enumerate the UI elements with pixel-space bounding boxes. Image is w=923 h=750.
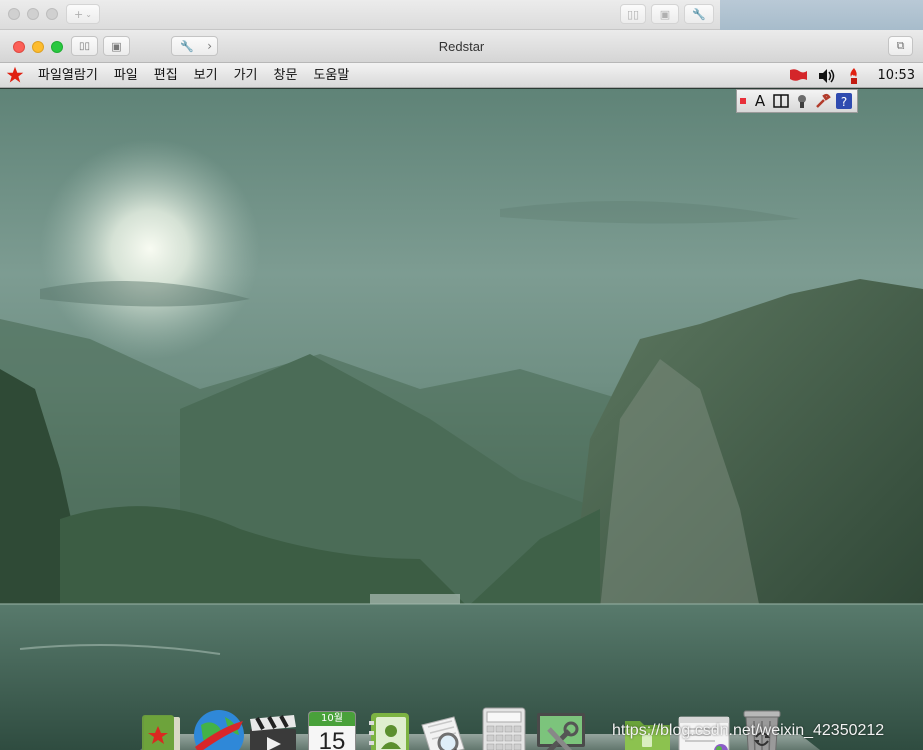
fullscreen-icon: ⧉ (896, 39, 905, 52)
menu-window[interactable]: 창문 (266, 63, 306, 88)
dock-web-browser[interactable] (191, 707, 244, 750)
host-add-button[interactable]: + ⌄ (66, 4, 100, 24)
menu-file-browser[interactable]: 파일열람기 (30, 63, 106, 88)
chevron-down-icon: ⌄ (85, 9, 92, 19)
host-settings-button[interactable]: 🔧 (684, 4, 714, 24)
magnifier-document-icon (421, 716, 465, 750)
split-panel-icon (773, 94, 789, 108)
desktop: A ? 10월 15 (0, 89, 923, 750)
menu-help[interactable]: 도움말 (305, 63, 357, 88)
host-snapshot-button[interactable]: ▣ (651, 4, 679, 24)
clapperboard-icon (250, 715, 296, 750)
dock-document-viewer[interactable] (418, 713, 470, 750)
host-toolbar: + ⌄ ▯▯ ▣ 🔧 (0, 0, 720, 30)
window-title: Redstar (438, 39, 485, 54)
torch-icon[interactable] (846, 67, 862, 85)
dock-calculator[interactable] (481, 706, 533, 750)
calendar-day: 15 (318, 728, 346, 750)
fullscreen-button[interactable]: ⧉ (888, 36, 913, 56)
ime-layout-button[interactable] (772, 92, 790, 110)
red-star-menu[interactable] (0, 66, 30, 84)
dock-system-settings[interactable] (535, 709, 587, 750)
help-icon: ? (836, 93, 852, 109)
ime-letter-button[interactable]: A (751, 92, 769, 110)
globe-icon (194, 710, 244, 750)
host-minimize-button[interactable] (27, 8, 39, 20)
ime-settings-button[interactable] (814, 92, 832, 110)
menu-view[interactable]: 보기 (186, 63, 226, 88)
vm-window: ▯▯ ▣ 🔧 › Redstar ⧉ 파일열람기 파일 편집 보기 가기 창문 … (0, 30, 923, 750)
snapshot-icon: ▣ (659, 7, 671, 21)
red-star-icon (6, 66, 24, 83)
ime-tool-button[interactable] (793, 92, 811, 110)
vm-titlebar: ▯▯ ▣ 🔧 › Redstar ⧉ (0, 30, 923, 63)
wallpaper-landscape (0, 139, 923, 750)
dock-calendar[interactable]: 10월 15 (308, 711, 360, 750)
svg-text:?: ? (841, 95, 847, 109)
pause-icon: ▯▯ (626, 7, 640, 21)
address-book-icon (369, 713, 409, 750)
guest-menubar: 파일열람기 파일 편집 보기 가기 창문 도움말 10:53 (0, 63, 923, 88)
host-pause-button[interactable]: ▯▯ (620, 4, 646, 24)
ime-toolbar: A ? (736, 89, 858, 113)
ime-status-dot (740, 98, 746, 104)
menu-go[interactable]: 가기 (226, 63, 266, 88)
dock-video-player[interactable] (247, 711, 299, 750)
menu-file[interactable]: 파일 (106, 63, 146, 88)
menu-edit[interactable]: 편집 (146, 63, 186, 88)
host-zoom-button[interactable] (46, 8, 58, 20)
volume-icon[interactable] (818, 68, 836, 84)
calendar-icon: 10월 15 (308, 711, 356, 750)
watermark-url: https://blog.csdn.net/weixin_42350212 (612, 722, 885, 739)
clock[interactable]: 10:53 (878, 68, 915, 83)
plus-icon: + (74, 7, 84, 21)
tool-icon (798, 95, 806, 108)
dock-address-book[interactable] (367, 711, 419, 750)
system-tray: 10:53 (788, 63, 915, 88)
wrench-icon: 🔧 (692, 7, 706, 21)
calculator-icon (482, 707, 526, 750)
ime-help-button[interactable]: ? (835, 92, 853, 110)
book-icon (142, 715, 180, 750)
calendar-month: 10월 (309, 712, 355, 726)
host-desktop-background (720, 0, 923, 30)
wrench-icon (816, 93, 831, 108)
host-close-button[interactable] (8, 8, 20, 20)
dock-file-browser[interactable] (136, 711, 188, 750)
settings-tools-icon (537, 713, 585, 750)
flag-icon[interactable] (788, 68, 808, 84)
